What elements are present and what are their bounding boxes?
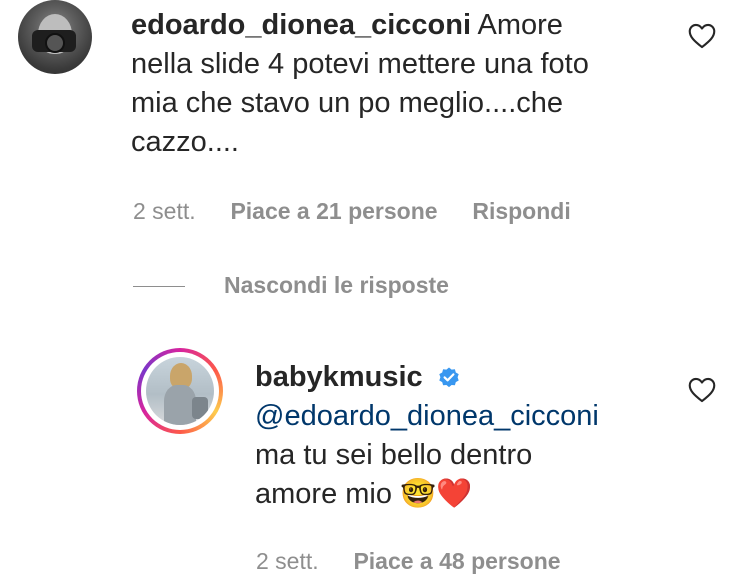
story-ring-inner: [141, 352, 219, 430]
comment-text-line-4: cazzo....: [131, 126, 239, 158]
reply-username[interactable]: babykmusic: [255, 361, 423, 393]
comment-body: edoardo_dionea_cicconi Amore nella slide…: [131, 6, 691, 162]
reply-body: babykmusic @edoardo_dionea_cicconi ma tu…: [255, 358, 675, 514]
comment-meta-row: 2 sett. Piace a 21 persone Rispondi: [133, 198, 571, 225]
replies-divider: [133, 286, 185, 287]
avatar-camera-lens: [45, 33, 65, 53]
avatar-chair: [192, 397, 208, 419]
comment-text-line-1: Amore: [477, 9, 563, 41]
comment-likes-link[interactable]: Piace a 21 persone: [230, 198, 437, 224]
reply-text-line-2: amore mio: [255, 478, 392, 510]
reply-mention-link[interactable]: @edoardo_dionea_cicconi: [255, 397, 675, 436]
hide-replies-label: Nascondi le risposte: [224, 272, 449, 298]
reply-meta-row: 2 sett. Piace a 48 persone: [256, 548, 561, 575]
hide-replies-button[interactable]: Nascondi le risposte: [224, 272, 449, 299]
verified-badge-icon: [439, 367, 459, 388]
comment-text-line-2: nella slide 4 potevi mettere una foto: [131, 48, 589, 80]
reply-text-line-1: ma tu sei bello dentro: [255, 439, 533, 471]
reply-avatar: [146, 357, 214, 425]
reply-likes-link[interactable]: Piace a 48 persone: [353, 548, 560, 574]
heart-outline-icon[interactable]: [688, 23, 716, 49]
comment-reply-button[interactable]: Rispondi: [472, 198, 570, 224]
reply-timestamp[interactable]: 2 sett.: [256, 548, 319, 574]
reply-emoji: 🤓❤️: [400, 478, 473, 510]
comment-timestamp[interactable]: 2 sett.: [133, 198, 196, 224]
comment-text-line-3: mia che stavo un po meglio....che: [131, 87, 564, 119]
commenter-avatar[interactable]: [18, 0, 92, 74]
heart-outline-icon[interactable]: [688, 377, 716, 403]
reply-avatar-story-ring[interactable]: [137, 348, 223, 434]
comment-username[interactable]: edoardo_dionea_cicconi: [131, 9, 471, 41]
